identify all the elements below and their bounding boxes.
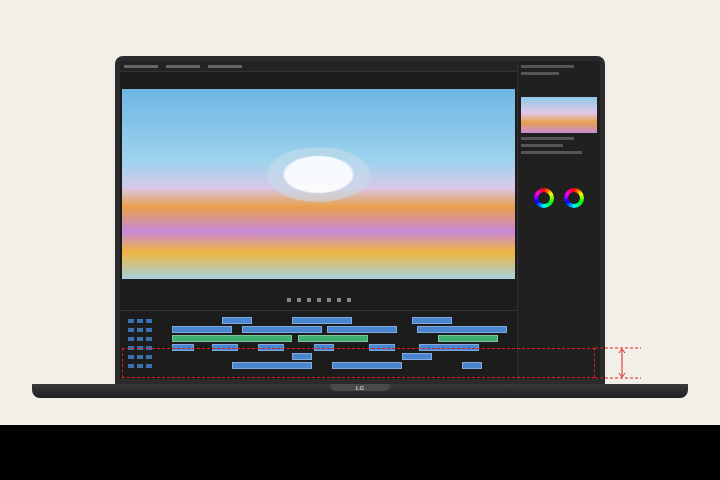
track-header[interactable] xyxy=(122,355,172,359)
timeline-track[interactable] xyxy=(122,353,515,360)
timeline-clip[interactable] xyxy=(292,353,312,360)
laptop-base: LG xyxy=(32,384,688,398)
timeline-clip[interactable] xyxy=(222,317,252,324)
laptop-display xyxy=(120,61,600,379)
color-wheel-icon[interactable] xyxy=(564,188,584,208)
track-lane xyxy=(172,326,515,333)
timeline-clip[interactable] xyxy=(417,326,507,333)
timeline-clip[interactable] xyxy=(172,326,232,333)
timeline-clip[interactable] xyxy=(292,317,352,324)
timeline-clip[interactable] xyxy=(298,335,368,342)
track-lane xyxy=(172,353,515,360)
highlight-box xyxy=(122,348,595,378)
product-stage: LG xyxy=(0,0,720,425)
track-header[interactable] xyxy=(122,328,172,332)
timeline-clip[interactable] xyxy=(232,362,312,369)
timeline-track[interactable] xyxy=(122,362,515,369)
timeline-clip[interactable] xyxy=(438,335,498,342)
color-wheel-icon[interactable] xyxy=(534,188,554,208)
letterbox-bar xyxy=(0,425,720,480)
timeline-clip[interactable] xyxy=(462,362,482,369)
timeline[interactable] xyxy=(120,311,517,379)
track-lane xyxy=(172,335,515,342)
track-header[interactable] xyxy=(122,364,172,368)
lumetri-panel xyxy=(517,61,600,379)
track-header[interactable] xyxy=(122,319,172,323)
height-arrow-icon xyxy=(595,347,645,381)
timeline-clip[interactable] xyxy=(242,326,322,333)
timeline-clip[interactable] xyxy=(412,317,452,324)
track-lane xyxy=(172,317,515,324)
timeline-clip[interactable] xyxy=(172,335,292,342)
timeline-clip[interactable] xyxy=(332,362,402,369)
tab-bar xyxy=(120,61,517,72)
timeline-track[interactable] xyxy=(122,335,515,342)
laptop-lid xyxy=(115,56,605,384)
timeline-track[interactable] xyxy=(122,326,515,333)
editor-main xyxy=(120,61,517,379)
track-lane xyxy=(172,362,515,369)
hinge-notch: LG xyxy=(330,384,390,391)
lg-logo: LG xyxy=(356,385,364,391)
timeline-clip[interactable] xyxy=(402,353,432,360)
playback-controls xyxy=(120,290,517,311)
track-header[interactable] xyxy=(122,337,172,341)
timeline-clip[interactable] xyxy=(327,326,397,333)
timeline-track[interactable] xyxy=(122,317,515,324)
preview-frame xyxy=(122,89,515,279)
program-monitor xyxy=(120,72,517,290)
preview-thumbnail xyxy=(521,97,597,133)
